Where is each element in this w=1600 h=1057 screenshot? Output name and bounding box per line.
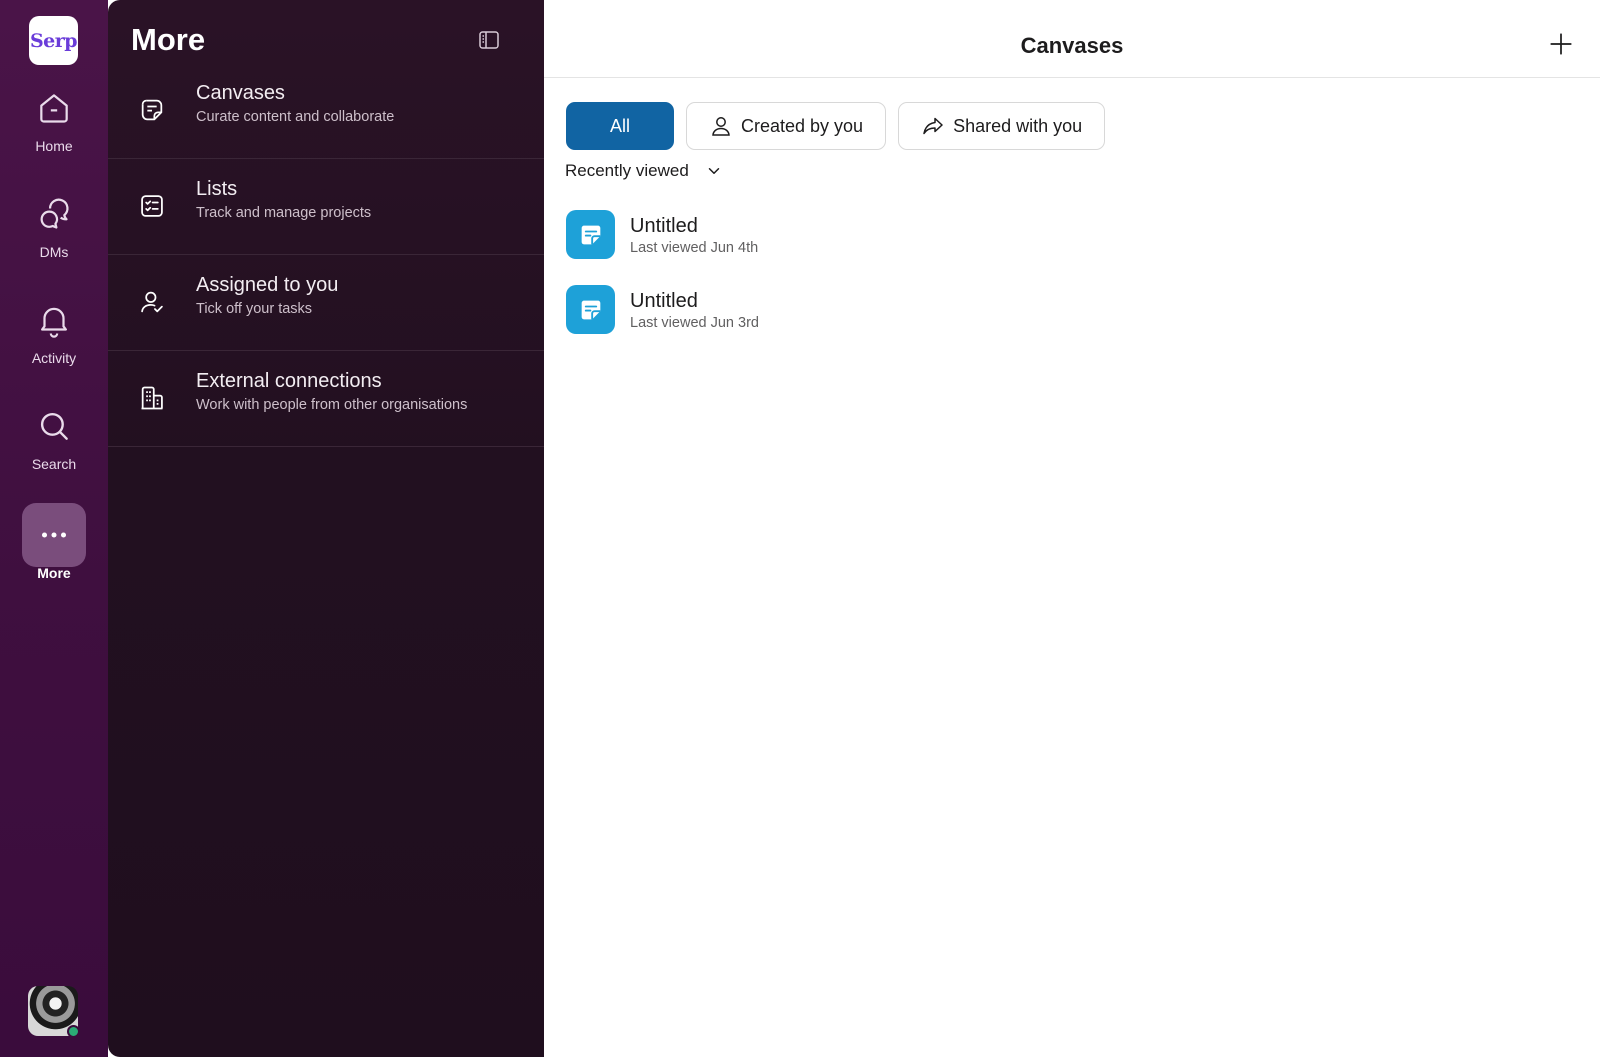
canvas-list-item[interactable]: Untitled Last viewed Jun 3rd — [566, 285, 1166, 337]
menu-item-subtitle: Curate content and collaborate — [196, 109, 395, 125]
filter-label: Shared with you — [953, 115, 1083, 136]
canvas-title: Untitled — [630, 290, 698, 312]
panel-title: More — [131, 22, 206, 57]
menu-item-title: Lists — [196, 178, 238, 200]
menu-item-subtitle: Tick off your tasks — [196, 301, 313, 317]
canvas-list-item[interactable]: Untitled Last viewed Jun 4th — [566, 210, 1166, 262]
menu-item-title: External connections — [196, 370, 382, 392]
presence-indicator — [67, 1025, 80, 1038]
menu-item-external-connections[interactable]: External connections Work with people fr… — [108, 350, 544, 447]
home-icon — [22, 76, 86, 140]
workspace-logo[interactable]: Serp — [29, 16, 78, 65]
rail-item-activity[interactable]: Activity — [0, 288, 108, 366]
filter-bar: All Created by you Shared with you — [566, 102, 1106, 150]
rail-label-dms: DMs — [39, 244, 69, 260]
filter-shared-with-you[interactable]: Shared with you — [898, 102, 1106, 150]
menu-item-title: Canvases — [196, 82, 285, 104]
canvases-view: Canvases All Created by you Shared with … — [544, 0, 1600, 1057]
building-icon — [138, 384, 166, 412]
more-panel: More Canvases Curate content and collabo… — [108, 0, 544, 1057]
page-title: Canvases — [1020, 33, 1124, 58]
menu-item-subtitle: Work with people from other organisation… — [196, 397, 468, 413]
canvas-doc-icon — [566, 210, 615, 259]
main-header: Canvases — [544, 0, 1600, 78]
share-icon — [923, 117, 943, 135]
search-icon — [22, 394, 86, 458]
rail-label-activity: Activity — [31, 350, 77, 366]
rail-label-search: Search — [31, 456, 77, 472]
menu-item-assigned[interactable]: Assigned to you Tick off your tasks — [108, 254, 544, 351]
sort-dropdown[interactable]: Recently viewed — [565, 161, 723, 181]
menu-item-subtitle: Track and manage projects — [196, 205, 372, 221]
canvas-icon — [138, 96, 166, 124]
new-canvas-button[interactable] — [1548, 31, 1574, 57]
rail-item-home[interactable]: Home — [0, 76, 108, 154]
assigned-icon — [138, 288, 166, 316]
plus-icon — [1550, 33, 1572, 55]
dms-icon — [22, 182, 86, 246]
rail-label-more: More — [37, 565, 71, 581]
filter-created-by-you[interactable]: Created by you — [686, 102, 887, 150]
rail-label-home: Home — [35, 138, 73, 154]
rail-item-search[interactable]: Search — [0, 394, 108, 472]
sort-label: Recently viewed — [565, 161, 689, 180]
canvas-doc-icon — [566, 285, 615, 334]
menu-item-canvases[interactable]: Canvases Curate content and collaborate — [108, 62, 544, 159]
rail-item-more[interactable]: More — [0, 503, 108, 581]
sidebar-toggle-icon[interactable] — [477, 28, 501, 52]
canvas-last-viewed: Last viewed Jun 4th — [630, 240, 759, 256]
filter-all[interactable]: All — [566, 102, 674, 150]
person-icon — [712, 117, 730, 136]
rail-item-dms[interactable]: DMs — [0, 182, 108, 260]
menu-item-lists[interactable]: Lists Track and manage projects — [108, 158, 544, 255]
menu-item-title: Assigned to you — [196, 274, 339, 296]
canvas-title: Untitled — [630, 215, 698, 237]
more-icon — [22, 503, 86, 567]
workspace-rail: Serp Home DMs Activity Search More — [0, 0, 108, 1057]
chevron-down-icon — [708, 168, 720, 174]
filter-label: All — [609, 115, 630, 136]
filter-label: Created by you — [741, 115, 864, 136]
canvas-last-viewed: Last viewed Jun 3rd — [630, 315, 759, 331]
bell-icon — [22, 288, 86, 352]
list-icon — [138, 192, 166, 220]
